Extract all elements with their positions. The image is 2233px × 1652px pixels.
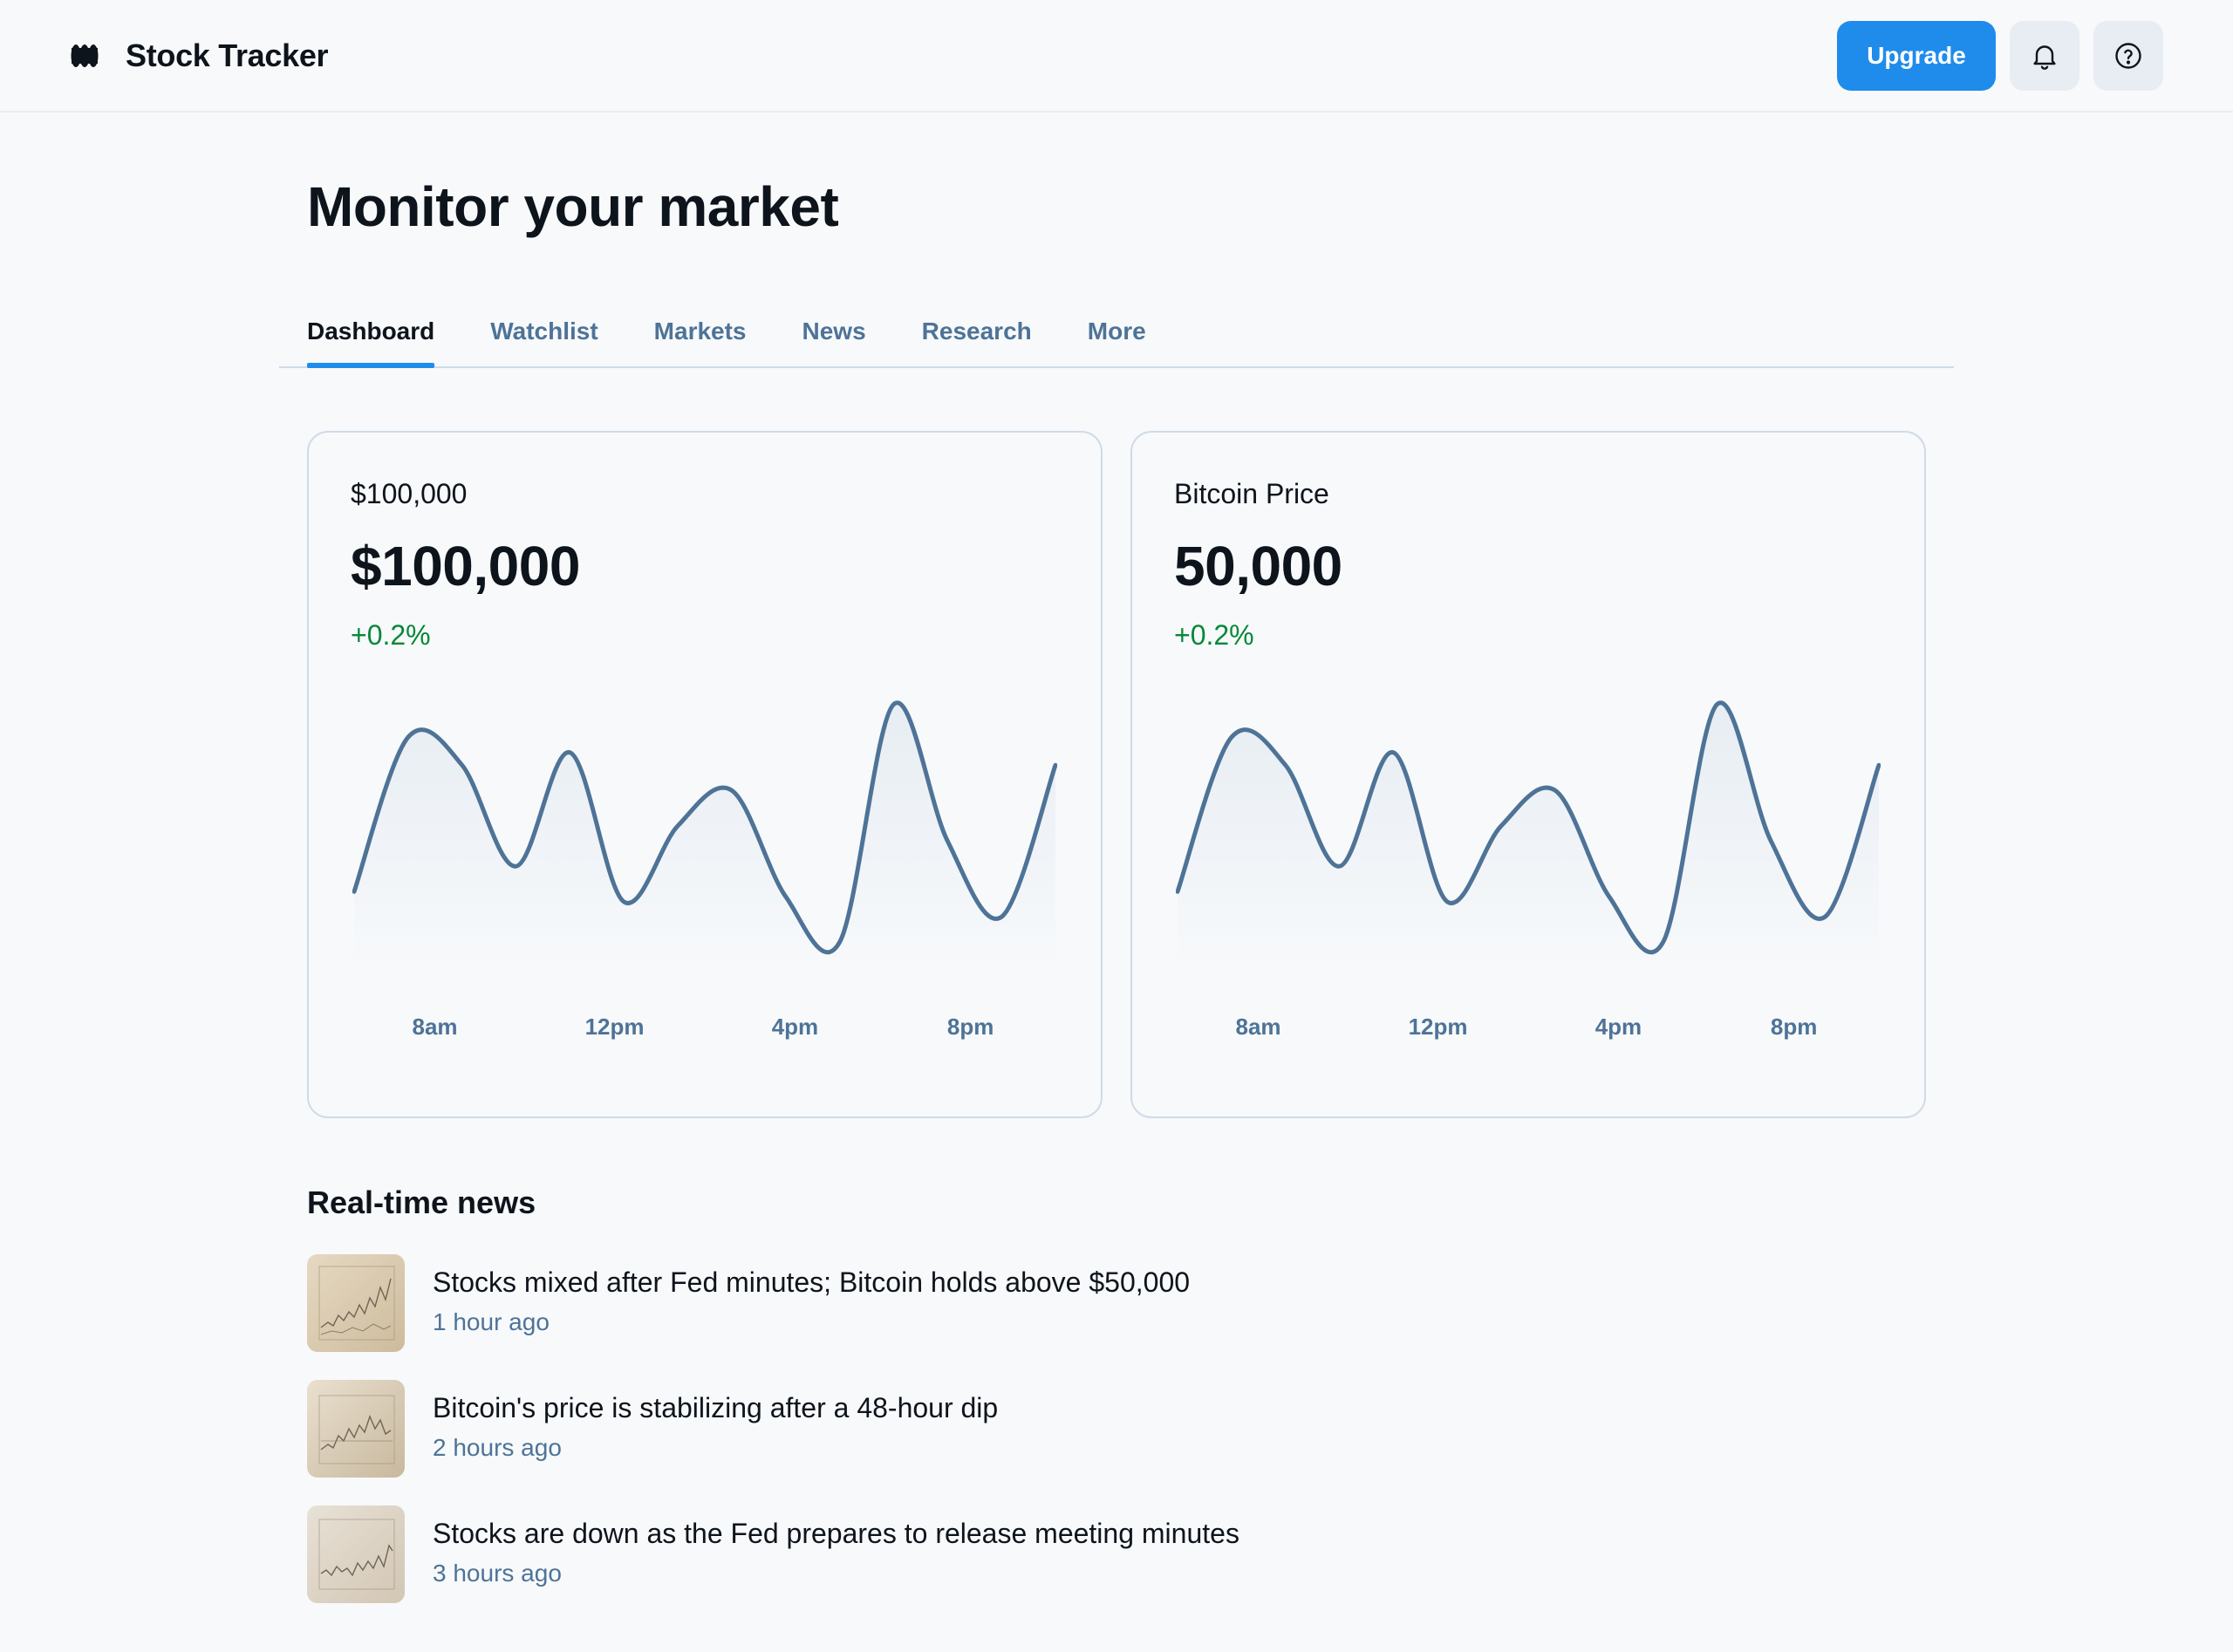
news-item[interactable]: Stocks are down as the Fed prepares to r… [307, 1505, 1926, 1603]
x-tick-label: 4pm [1595, 1014, 1642, 1040]
x-axis: 8am 12pm 4pm 8pm [352, 1014, 1057, 1048]
x-axis: 8am 12pm 4pm 8pm [1176, 1014, 1881, 1048]
page-title: Monitor your market [307, 175, 839, 238]
card-change: +0.2% [351, 619, 431, 651]
help-circle-icon [2115, 43, 2141, 69]
x-tick-label: 12pm [584, 1014, 645, 1040]
portfolio-card: $100,000 $100,000 +0.2% 8am 12pm 4pm 8pm [307, 431, 1103, 1118]
news-item[interactable]: Bitcoin's price is stabilizing after a 4… [307, 1380, 1926, 1478]
upgrade-button[interactable]: Upgrade [1837, 21, 1996, 91]
x-tick-label: 12pm [1408, 1014, 1468, 1040]
card-label: Bitcoin Price [1174, 478, 1329, 509]
news-timestamp: 3 hours ago [433, 1560, 562, 1587]
line-chart [1176, 700, 1881, 965]
tab-more[interactable]: More [1088, 297, 1146, 366]
x-tick-label: 8pm [946, 1014, 994, 1040]
news-timestamp: 1 hour ago [433, 1308, 550, 1335]
top-header: Stock Tracker Upgrade [0, 0, 2233, 113]
line-chart [352, 700, 1057, 965]
brand[interactable]: Stock Tracker [70, 0, 329, 111]
card-change: +0.2% [1174, 619, 1254, 651]
tab-bar: Dashboard Watchlist Markets News Researc… [279, 297, 1954, 368]
chart-thumbnail-icon [307, 1380, 405, 1478]
news-heading: Real-time news [307, 1184, 536, 1220]
chart-area-fill [1178, 702, 1879, 965]
x-tick-label: 8am [1235, 1014, 1281, 1040]
x-tick-label: 4pm [771, 1014, 819, 1040]
news-list: Stocks mixed after Fed minutes; Bitcoin … [307, 1254, 1926, 1631]
chart-thumbnail-icon [307, 1505, 405, 1603]
card-value: 50,000 [1174, 535, 1342, 597]
bell-icon [2033, 45, 2056, 70]
news-thumbnail [307, 1254, 405, 1352]
card-value: $100,000 [351, 535, 580, 597]
news-thumbnail [307, 1380, 405, 1478]
news-item[interactable]: Stocks mixed after Fed minutes; Bitcoin … [307, 1254, 1926, 1352]
notifications-button[interactable] [2010, 21, 2079, 91]
news-timestamp: 2 hours ago [433, 1434, 562, 1461]
card-label: $100,000 [351, 478, 468, 509]
news-title: Bitcoin's price is stabilizing after a 4… [433, 1392, 999, 1423]
brand-title: Stock Tracker [126, 37, 329, 73]
chart-area-fill [354, 702, 1055, 965]
news-title: Stocks mixed after Fed minutes; Bitcoin … [433, 1266, 1191, 1298]
tab-research[interactable]: Research [922, 297, 1032, 366]
logo-icon [71, 44, 99, 67]
x-tick-label: 8pm [1770, 1014, 1818, 1040]
tab-news[interactable]: News [802, 297, 866, 366]
tab-list: Dashboard Watchlist Markets News Researc… [307, 297, 1146, 368]
chart-thumbnail-icon [307, 1254, 405, 1352]
x-tick-label: 8am [412, 1014, 458, 1040]
header-actions: Upgrade [1837, 21, 2163, 91]
tab-watchlist[interactable]: Watchlist [490, 297, 598, 366]
tab-dashboard[interactable]: Dashboard [307, 297, 435, 368]
bitcoin-card: Bitcoin Price 50,000 +0.2% 8am 12pm 4pm … [1130, 431, 1926, 1118]
tab-markets[interactable]: Markets [654, 297, 747, 366]
news-title: Stocks are down as the Fed prepares to r… [433, 1518, 1239, 1549]
help-button[interactable] [2093, 21, 2163, 91]
news-thumbnail [307, 1505, 405, 1603]
